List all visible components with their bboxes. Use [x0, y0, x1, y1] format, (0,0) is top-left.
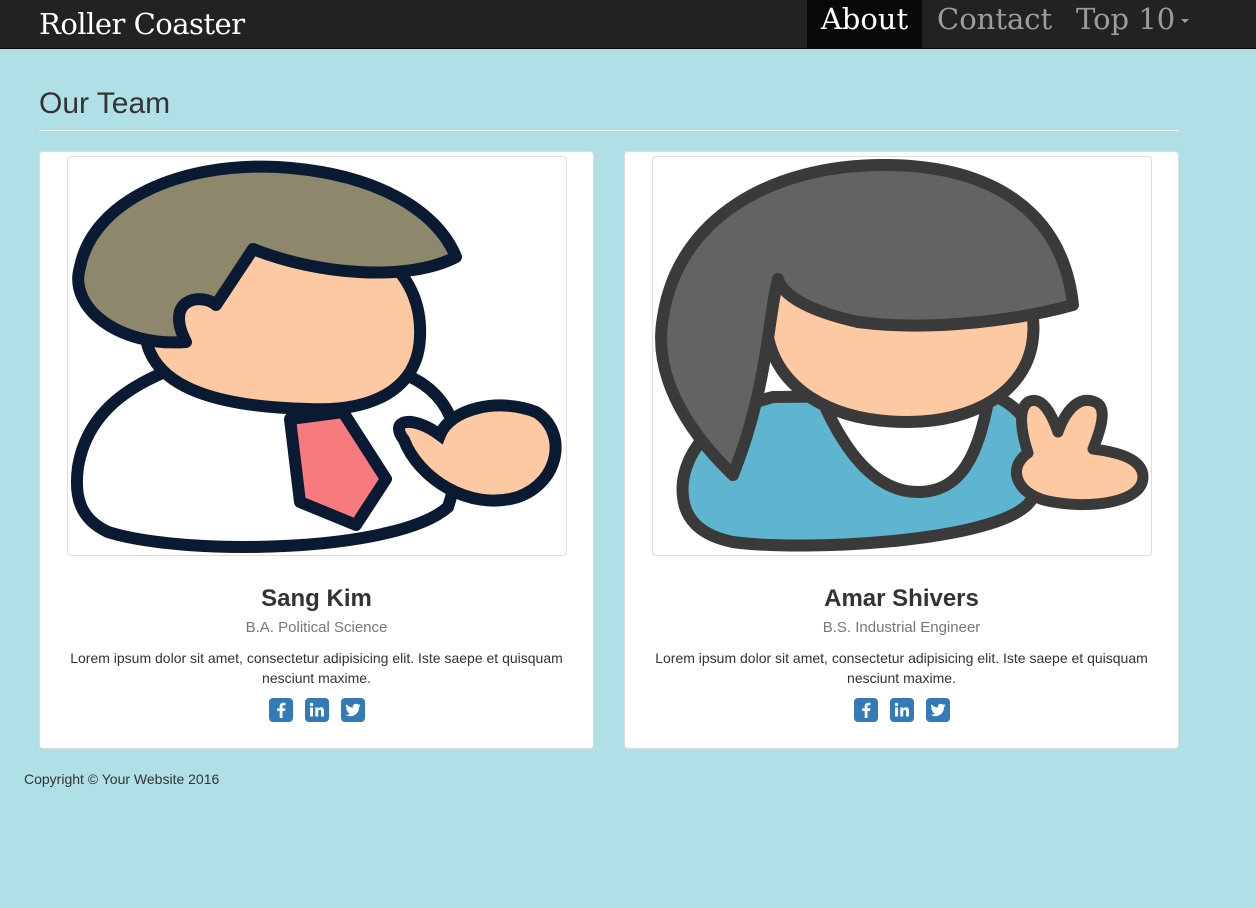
member-photo [67, 156, 567, 556]
team-member-card: Sang Kim B.A. Political Science Lorem ip… [39, 151, 594, 749]
footer-copyright: Copyright © Your Website 2016 [24, 771, 220, 787]
member-degree: B.A. Political Science [245, 619, 388, 636]
nav-item-top10-label: Top 10 [1076, 2, 1176, 36]
member-degree: B.S. Industrial Engineer [822, 619, 981, 636]
social-links [40, 698, 593, 722]
linkedin-icon[interactable] [304, 698, 329, 722]
peace-sign-avatar-icon [655, 159, 1149, 552]
title-divider [39, 130, 1179, 131]
twitter-icon[interactable] [925, 698, 950, 722]
page-title: Our Team [39, 87, 171, 120]
member-bio: Lorem ipsum dolor sit amet, consectetur … [70, 650, 563, 686]
businessman-avatar-icon [70, 160, 562, 553]
nav-item-contact[interactable]: Contact [937, 0, 1052, 48]
twitter-icon[interactable] [340, 698, 365, 722]
member-name: Sang Kim [261, 585, 372, 612]
navbar: Roller Coaster About Contact Top 10 [0, 0, 1256, 49]
linkedin-icon[interactable] [889, 698, 914, 722]
member-photo [652, 156, 1152, 556]
facebook-icon[interactable] [853, 698, 878, 722]
social-links [625, 698, 1178, 722]
brand-logo-link[interactable]: Roller Coaster [39, 2, 245, 46]
caret-down-icon [1181, 19, 1190, 23]
team-member-card: Amar Shivers B.S. Industrial Engineer Lo… [624, 151, 1179, 749]
member-name: Amar Shivers [824, 585, 979, 612]
facebook-icon[interactable] [268, 698, 293, 722]
nav-item-top10[interactable]: Top 10 [1076, 0, 1190, 48]
member-bio: Lorem ipsum dolor sit amet, consectetur … [655, 650, 1148, 686]
nav-item-about[interactable]: About [807, 0, 922, 48]
